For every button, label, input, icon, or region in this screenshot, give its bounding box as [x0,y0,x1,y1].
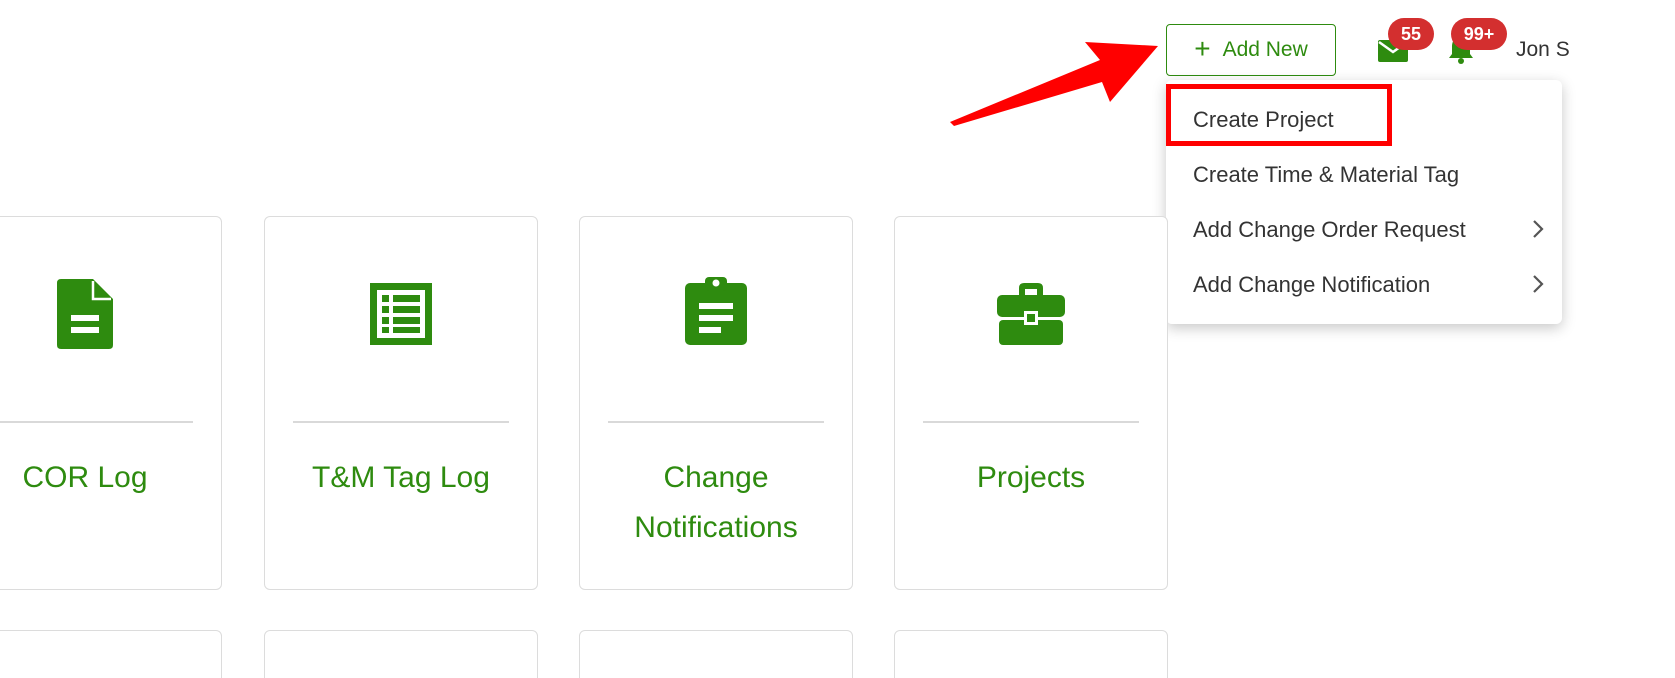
menu-item-add-change-notification[interactable]: Add Change Notification [1166,257,1562,312]
menu-item-label: Add Change Order Request [1193,216,1466,242]
user-name[interactable]: Jon S [1516,38,1570,62]
card-partial[interactable] [264,630,538,678]
card-partial[interactable] [0,630,222,678]
mail-count-badge: 55 [1388,18,1434,50]
menu-item-label: Add Change Notification [1193,271,1431,297]
document-icon [57,279,113,349]
card-label: Projects [976,461,1086,494]
menu-item-label: Create Time & Material Tag [1193,161,1460,187]
card-projects[interactable]: Projects [894,216,1168,590]
card-divider [293,421,509,423]
annotation-arrow [950,42,1158,126]
chevron-right-icon [1533,220,1544,238]
menu-item-add-change-order-request[interactable]: Add Change Order Request [1166,202,1562,257]
card-divider [608,421,824,423]
page: + Add New 55 99+ Jon S Create Project Cr… [0,0,1675,678]
menu-item-create-project[interactable]: Create Project [1166,92,1562,147]
card-change-notifications[interactable]: Change Notifications [579,216,853,590]
card-label: T&M Tag Log [312,461,490,494]
menu-item-label: Create Project [1193,106,1334,132]
card-label: Change Notifications [634,461,798,544]
add-new-label: Add New [1222,38,1308,61]
card-cor-log[interactable]: COR Log [0,216,222,590]
card-divider [923,421,1139,423]
card-tm-tag-log[interactable]: T&M Tag Log [264,216,538,590]
add-new-button[interactable]: + Add New [1166,24,1336,76]
add-new-dropdown-menu: Create Project Create Time & Material Ta… [1166,80,1562,324]
list-sheet-icon [370,283,432,345]
card-partial[interactable] [894,630,1168,678]
notification-count-badge: 99+ [1451,18,1507,50]
card-divider [0,421,193,423]
card-partial[interactable] [579,630,853,678]
briefcase-icon [997,283,1065,345]
plus-icon: + [1194,32,1211,64]
menu-item-create-tm-tag[interactable]: Create Time & Material Tag [1166,147,1562,202]
clipboard-icon [685,277,747,345]
card-label: COR Log [22,461,148,494]
chevron-right-icon [1533,275,1544,293]
